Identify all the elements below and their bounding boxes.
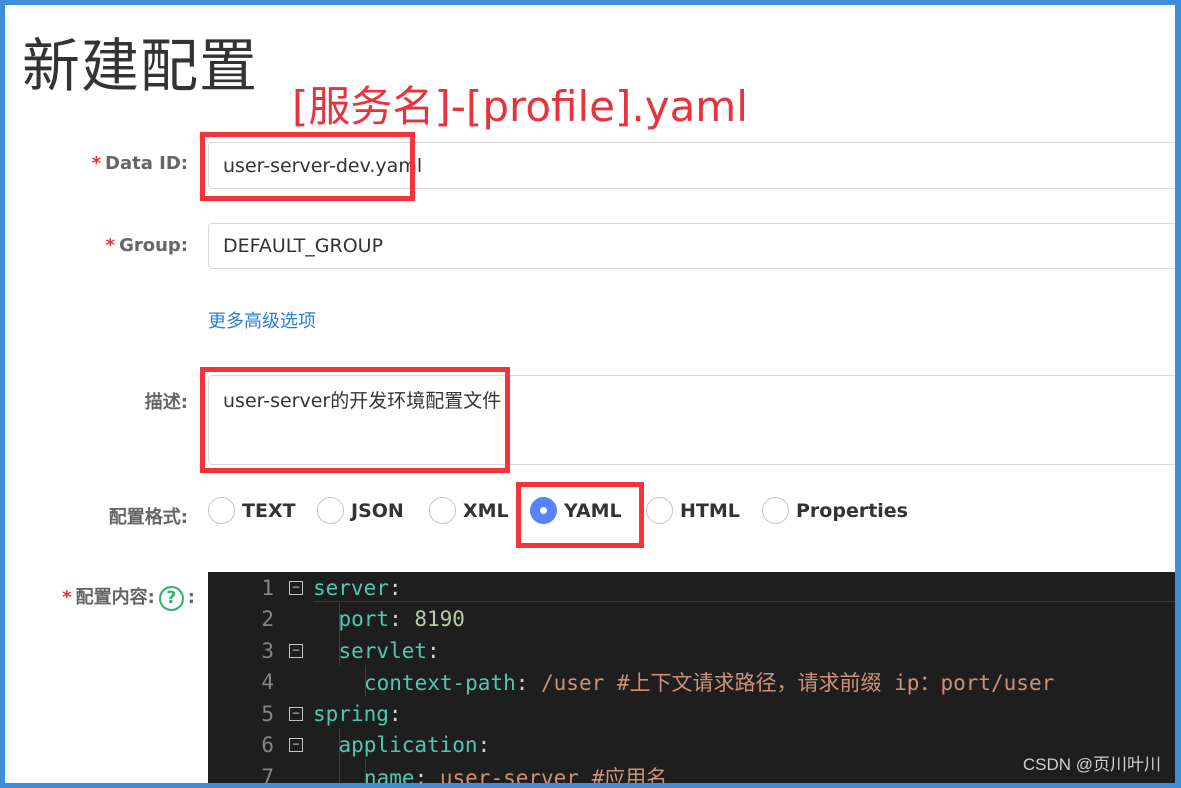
fold-toggle-icon[interactable]: −	[289, 580, 303, 595]
code-text: servlet:	[339, 639, 440, 663]
code-text: name: user-server #应用名	[364, 762, 668, 788]
yaml-key: servlet	[338, 638, 428, 663]
yaml-separator: :	[388, 575, 402, 600]
code-line: 1− server:	[208, 572, 1175, 603]
yaml-key: application	[338, 733, 478, 757]
screenshot-frame: 新建配置 [服务名]-[profile].yaml * Data ID: user…	[0, 0, 1181, 788]
yaml-separator: :	[515, 671, 542, 695]
description-textarea[interactable]: user-server的开发环境配置文件	[208, 375, 1175, 465]
radio-circle	[762, 497, 789, 524]
format-label: 配置格式:	[108, 507, 188, 528]
code-line: 5− spring:	[208, 698, 1175, 729]
data-id-input[interactable]: user-server-dev.yaml	[208, 142, 1175, 189]
content-label-text: 配置内容:	[75, 587, 155, 608]
code-line: 3− servlet:	[208, 635, 1175, 666]
radio-circle	[646, 497, 673, 524]
yaml-key: context-path	[364, 671, 516, 695]
code-text: port: 8190	[339, 607, 465, 631]
content-label: * 配置内容:?:	[5, 583, 195, 611]
radio-json[interactable]: JSON	[317, 497, 404, 524]
radio-html[interactable]: HTML	[646, 497, 740, 524]
radio-label: Properties	[796, 499, 908, 522]
radio-circle	[317, 497, 344, 524]
data-id-label: * Data ID:	[5, 153, 188, 174]
yaml-value: /user	[541, 671, 605, 695]
yaml-separator: :	[388, 701, 402, 726]
yaml-separator: :	[427, 638, 440, 663]
line-number: 4	[261, 670, 274, 694]
group-label: * Group:	[5, 235, 188, 256]
radio-properties[interactable]: Properties	[762, 497, 908, 524]
radio-circle-checked	[530, 497, 557, 524]
yaml-key: name	[364, 765, 415, 788]
yaml-key: port	[338, 607, 390, 631]
required-mark: *	[91, 153, 102, 174]
radio-xml[interactable]: XML	[429, 497, 509, 524]
required-mark: *	[62, 587, 72, 608]
yaml-value: user-server	[439, 765, 579, 788]
line-number: 1	[261, 575, 274, 600]
yaml-key: spring	[313, 701, 389, 726]
radio-label: HTML	[680, 499, 740, 522]
line-number: 3	[261, 638, 274, 663]
fold-toggle-icon[interactable]: −	[289, 643, 303, 658]
code-text: application:	[339, 733, 491, 757]
group-label-text: Group:	[119, 235, 188, 256]
radio-circle	[208, 497, 235, 524]
yaml-key: server	[313, 575, 389, 600]
required-mark: *	[105, 235, 116, 256]
content-label-suffix: :	[187, 587, 195, 608]
line-number: 2	[261, 607, 274, 631]
yaml-separator: :	[389, 607, 415, 631]
group-input[interactable]: DEFAULT_GROUP	[208, 223, 1175, 269]
data-id-label-text: Data ID:	[105, 153, 188, 174]
page-title: 新建配置	[22, 32, 259, 100]
radio-label: TEXT	[242, 499, 296, 522]
description-label: 描述:	[144, 392, 188, 413]
watermark: CSDN @页川叶川	[1022, 755, 1161, 774]
radio-circle	[429, 497, 456, 524]
line-number: 6	[261, 733, 274, 757]
code-text: context-path: /user #上下文请求路径，请求前缀 ip：por…	[364, 667, 1054, 697]
question-circle-icon[interactable]: ?	[158, 585, 184, 611]
line-number: 5	[261, 701, 274, 726]
yaml-comment: #应用名	[578, 765, 668, 788]
radio-label: XML	[463, 499, 509, 522]
radio-yaml[interactable]: YAML	[530, 497, 622, 524]
yaml-comment: #上下文请求路径，请求前缀 ip：port/user	[604, 671, 1055, 695]
yaml-separator: :	[414, 765, 440, 788]
yaml-separator: :	[477, 733, 491, 757]
fold-toggle-icon[interactable]: −	[289, 706, 303, 721]
code-text: spring:	[313, 702, 402, 726]
radio-label: YAML	[564, 499, 622, 522]
line-number: 7	[261, 764, 274, 788]
advanced-options-link[interactable]: 更多高级选项	[208, 307, 316, 333]
radio-label: JSON	[351, 499, 404, 522]
code-text: server:	[313, 576, 402, 600]
yaml-value: 8190	[414, 607, 465, 631]
annotation-text: [服务名]-[profile].yaml	[292, 82, 748, 131]
code-line: 4 context-path: /user #上下文请求路径，请求前缀 ip：po…	[208, 667, 1175, 698]
code-line: 2 port: 8190	[208, 604, 1175, 635]
radio-text[interactable]: TEXT	[208, 497, 296, 524]
fold-toggle-icon[interactable]: −	[289, 738, 303, 752]
